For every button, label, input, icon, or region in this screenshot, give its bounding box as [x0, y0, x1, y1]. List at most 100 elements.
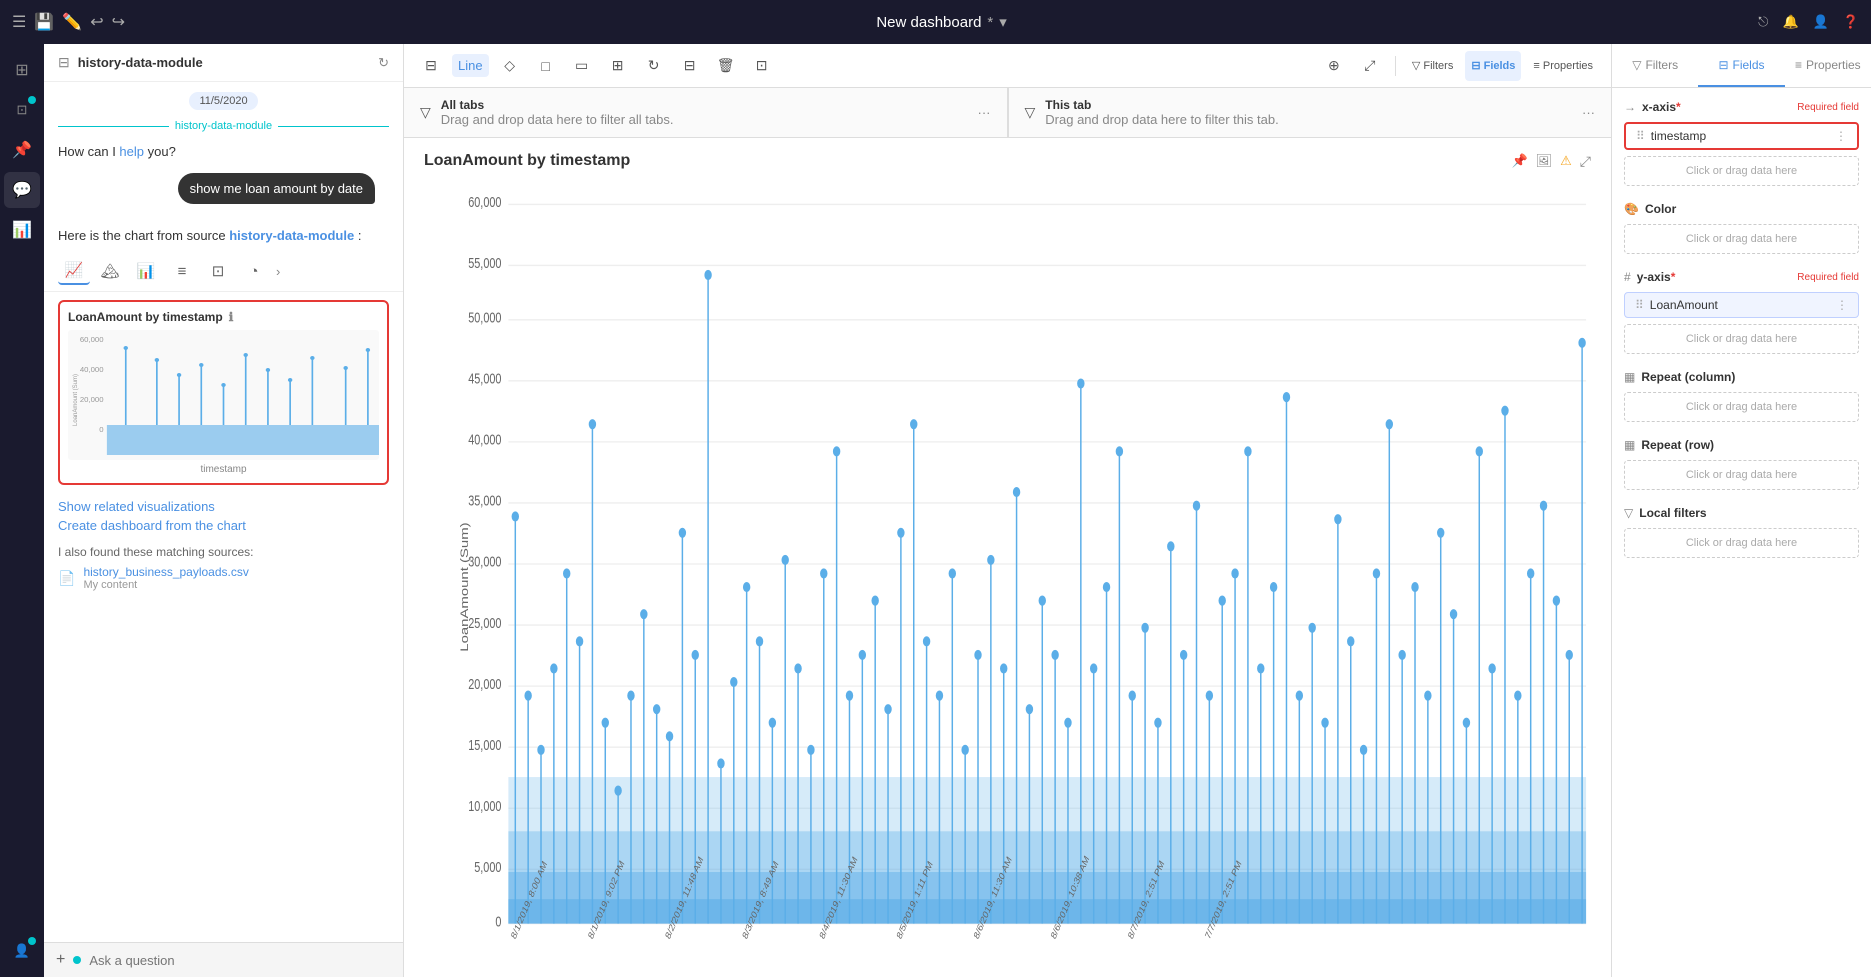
expand-icon[interactable]: ⤢ [1355, 51, 1385, 81]
toolbar-filter[interactable]: ⊟ [416, 51, 446, 81]
toolbar-square[interactable]: □ [531, 51, 561, 81]
toolbar-refresh[interactable]: ↻ [639, 51, 669, 81]
svg-text:20,000: 20,000 [468, 675, 501, 692]
svg-text:35,000: 35,000 [468, 492, 501, 509]
x-axis-drop-zone[interactable]: Click or drag data here [1624, 156, 1859, 186]
sidebar-home[interactable]: ⊞ [4, 52, 40, 88]
local-filters-section: ▽ Local filters Click or drag data here [1624, 506, 1859, 558]
filters-tab[interactable]: ▽ Filters [1612, 44, 1698, 87]
scatter-tab[interactable]: ⊡ [202, 257, 234, 285]
toolbar-polygon[interactable]: ◇ [495, 51, 525, 81]
chart-area: LoanAmount by timestamp 📌 🖼 ⚠ ⤢ 60,000 5… [404, 138, 1611, 977]
user-message-bubble: show me loan amount by date [178, 173, 375, 204]
zoom-icon[interactable]: ⊕ [1319, 51, 1349, 81]
bar-tab[interactable]: 📊 [130, 257, 162, 285]
repeat-col-icon: ▦ [1624, 370, 1635, 384]
sidebar-chart[interactable]: 📊 [4, 212, 40, 248]
local-filters-drop-zone[interactable]: Click or drag data here [1624, 528, 1859, 558]
prompt-text: How can I help you? [44, 138, 403, 165]
fields-tab[interactable]: ⊟ Fields [1698, 44, 1784, 87]
chart-title-bar: LoanAmount by timestamp 📌 🖼 ⚠ ⤢ [404, 138, 1611, 170]
y-axis-drop-zone[interactable]: Click or drag data here [1624, 324, 1859, 354]
properties-btn[interactable]: ≡ Properties [1527, 51, 1599, 81]
this-tab-dots[interactable]: ··· [1582, 105, 1595, 120]
chat-header-icon: ⊟ [58, 54, 70, 71]
toolbar-grid[interactable]: ⊞ [603, 51, 633, 81]
user-icon[interactable]: 👤 [1813, 14, 1829, 30]
timestamp-chip[interactable]: ⠿ timestamp ⋮ [1624, 122, 1859, 150]
table-tab[interactable]: ≡ [166, 257, 198, 285]
color-icon: 🎨 [1624, 202, 1639, 216]
chat-source-name: history-data-module [78, 55, 370, 70]
source-item: 📄 history_business_payloads.csv My conte… [58, 565, 389, 591]
toolbar: ⊟ Line ◇ □ ▭ ⊞ ↻ ⊟ 🗑 ⊡ ⊕ ⤢ ▽ Filters ⊟ F… [404, 44, 1611, 88]
bell-icon[interactable]: 🔔 [1782, 14, 1798, 30]
sidebar-pin[interactable]: 📌 [4, 132, 40, 168]
sidebar-data[interactable]: ⊡ [4, 92, 40, 128]
repeat-row-drop-zone[interactable]: Click or drag data here [1624, 460, 1859, 490]
chip-more-icon[interactable]: ⋮ [1835, 129, 1847, 143]
show-related-link[interactable]: Show related visualizations [58, 499, 389, 514]
fields-btn[interactable]: ⊟ Fields [1465, 51, 1521, 81]
properties-tab[interactable]: ≡ Properties [1785, 44, 1871, 87]
svg-text:55,000: 55,000 [468, 254, 501, 271]
x-axis-header: → x-axis* Required field [1624, 100, 1859, 114]
line-tab[interactable]: 📈 [58, 257, 90, 285]
filter-bar: ▽ All tabs Drag and drop data here to fi… [404, 88, 1611, 138]
pin-icon[interactable]: 📌 [1511, 153, 1527, 169]
main-chart-svg: 60,000 55,000 50,000 45,000 40,000 35,00… [454, 180, 1591, 967]
menu-icon[interactable]: ☰ [12, 12, 26, 32]
save-icon[interactable]: 💾 [34, 12, 54, 32]
undo-icon[interactable]: ↩ [90, 12, 103, 32]
redo-icon[interactable]: ↪ [112, 12, 125, 32]
help-icon[interactable]: ❓ [1843, 14, 1859, 30]
right-panel: ▽ Filters ⊟ Fields ≡ Properties → x-axis… [1611, 44, 1871, 977]
sidebar-chat[interactable]: 💬 [4, 172, 40, 208]
more-charts-tab[interactable]: › [276, 264, 280, 279]
filter-btn[interactable]: ▽ Filters [1406, 51, 1459, 81]
svg-text:50,000: 50,000 [468, 309, 501, 326]
expand-chart-icon[interactable]: ⤢ [1580, 153, 1591, 170]
svg-text:0: 0 [495, 913, 501, 930]
toolbar-table[interactable]: ⊟ [675, 51, 705, 81]
color-drop-zone[interactable]: Click or drag data here [1624, 224, 1859, 254]
loanamount-chip[interactable]: ⠿ LoanAmount ⋮ [1624, 292, 1859, 318]
all-tabs-text: Drag and drop data here to filter all ta… [441, 112, 674, 127]
all-tabs-dots[interactable]: ··· [978, 105, 991, 120]
local-filters-header: ▽ Local filters [1624, 506, 1859, 520]
pie-tab[interactable]: ◔ [238, 257, 270, 285]
share-icon[interactable]: ⎋ [1758, 14, 1768, 30]
svg-text:10,000: 10,000 [468, 797, 501, 814]
toolbar-line[interactable]: Line [452, 54, 489, 77]
y-axis-header: # y-axis* Required field [1624, 270, 1859, 284]
chart-type-tabs: 📈 🏔 📊 ≡ ⊡ ◔ › [44, 251, 403, 292]
source-line-left [58, 126, 169, 127]
mini-chart-container[interactable]: LoanAmount by timestamp ℹ 60,000 40,000 … [58, 300, 389, 485]
all-tabs-label: All tabs [441, 98, 674, 112]
toolbar-share[interactable]: ⊡ [747, 51, 777, 81]
chat-input[interactable] [89, 953, 391, 968]
add-button[interactable]: + [56, 951, 65, 969]
source-file-name[interactable]: history_business_payloads.csv [83, 565, 248, 579]
toolbar-rect[interactable]: ▭ [567, 51, 597, 81]
svg-text:45,000: 45,000 [468, 370, 501, 387]
svg-text:40,000: 40,000 [468, 431, 501, 448]
y-chip-more-icon[interactable]: ⋮ [1836, 298, 1848, 312]
edit-icon[interactable]: ✏️ [62, 12, 82, 32]
nav-right: ⎋ 🔔 👤 ❓ [1758, 14, 1859, 30]
fields-tab-icon: ⊟ [1718, 58, 1728, 72]
divider [1395, 56, 1396, 76]
toolbar-right: ⊕ ⤢ ▽ Filters ⊟ Fields ≡ Properties [1319, 51, 1599, 81]
repeat-col-drop-zone[interactable]: Click or drag data here [1624, 392, 1859, 422]
image-icon[interactable]: 🖼 [1536, 153, 1553, 169]
chart-wrapper: 60,000 55,000 50,000 45,000 40,000 35,00… [404, 170, 1611, 977]
area-tab[interactable]: 🏔 [94, 257, 126, 285]
toolbar-delete[interactable]: 🗑 [711, 51, 741, 81]
mini-chart-info[interactable]: ℹ [229, 310, 234, 324]
chat-panel: ⊟ history-data-module ↻ 11/5/2020 histor… [44, 44, 404, 977]
sidebar-people[interactable]: 👤 [4, 933, 40, 969]
color-section: 🎨 Color Click or drag data here [1624, 202, 1859, 254]
create-dashboard-link[interactable]: Create dashboard from the chart [58, 518, 389, 533]
response-source-link[interactable]: history-data-module [229, 228, 354, 243]
refresh-icon[interactable]: ↻ [378, 55, 389, 71]
